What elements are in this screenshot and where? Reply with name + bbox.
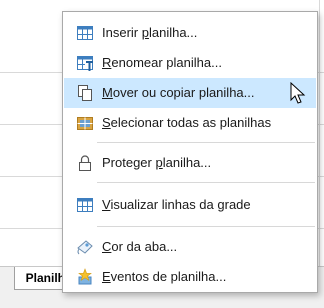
sheet-events-icon xyxy=(78,268,92,285)
grid-lines-icon xyxy=(77,198,93,212)
menu-item-label: Cor da aba... xyxy=(102,239,178,254)
move-copy-sheet-icon xyxy=(78,85,92,101)
menu-item-select-all-sheets[interactable]: Selecionar todas as planilhas xyxy=(64,108,316,138)
menu-item-label: Eventos de planilha... xyxy=(102,269,227,284)
menu-separator xyxy=(97,142,315,143)
menu-item-insert-sheet[interactable]: Inserir planilha... xyxy=(64,18,316,48)
mouse-pointer-icon xyxy=(290,82,306,104)
rename-sheet-icon xyxy=(77,56,93,71)
menu-item-view-grid-lines[interactable]: Visualizar linhas da grade xyxy=(64,190,316,220)
insert-sheet-icon xyxy=(77,26,93,40)
menu-item-label: Inserir planilha... xyxy=(102,25,198,40)
menu-separator xyxy=(97,226,315,227)
menu-item-rename-sheet[interactable]: Renomear planilha... xyxy=(64,48,316,78)
tab-color-icon xyxy=(77,240,93,255)
menu-item-label: Visualizar linhas da grade xyxy=(102,197,251,212)
grid-line xyxy=(319,0,320,266)
menu-item-move-copy-sheet[interactable]: Mover ou copiar planilha... xyxy=(64,78,316,108)
menu-separator xyxy=(97,182,315,183)
menu-item-label: Renomear planilha... xyxy=(102,55,222,70)
lock-icon xyxy=(79,155,91,171)
menu-item-label: Mover ou copiar planilha... xyxy=(102,85,255,100)
menu-item-protect-sheet[interactable]: Proteger planilha... xyxy=(64,148,316,178)
menu-item-sheet-events[interactable]: Eventos de planilha... xyxy=(64,262,316,292)
select-all-sheets-icon xyxy=(77,117,93,130)
menu-item-label: Proteger planilha... xyxy=(102,155,212,170)
sheet-context-menu: Inserir planilha... Renomear planilha...… xyxy=(62,11,318,293)
menu-item-tab-color[interactable]: Cor da aba... xyxy=(64,232,316,262)
menu-item-label: Selecionar todas as planilhas xyxy=(102,115,272,130)
